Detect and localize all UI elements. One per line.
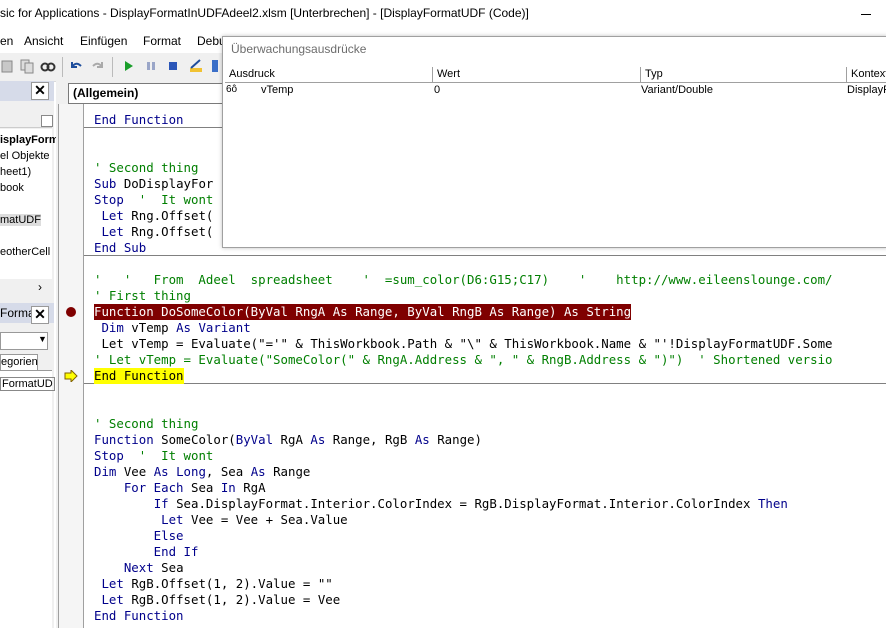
column-header-expression[interactable]: Ausdruck <box>225 67 433 82</box>
code-line-next: Next Sea <box>123 560 184 575</box>
column-header-context[interactable]: Kontext <box>847 67 886 82</box>
code-line-top: Let Rng.Offset( <box>94 224 214 239</box>
tree-item-module-selected[interactable]: matUDF <box>0 214 41 226</box>
menu-item-format[interactable]: Format <box>143 34 181 48</box>
code-line-top: Stop ' It wont <box>94 192 214 207</box>
menu-item-edit[interactable]: en <box>0 34 13 48</box>
code-line-top: End Function <box>94 112 184 127</box>
procedure-separator <box>84 383 886 384</box>
code-line-top: Let Rng.Offset( <box>94 208 214 223</box>
menu-item-insert[interactable]: Einfügen <box>80 34 127 48</box>
code-line-first-thing: ' First thing <box>94 288 191 303</box>
watch-cell-expression[interactable]: vTemp <box>261 84 293 96</box>
code-line-else: Else <box>94 528 184 543</box>
properties-object-dropdown[interactable]: ▼ <box>0 332 48 350</box>
close-icon[interactable]: ✕ <box>31 306 49 324</box>
minimize-button[interactable] <box>851 0 886 30</box>
redo-icon[interactable] <box>90 58 106 74</box>
break-icon[interactable] <box>143 58 159 74</box>
object-combo[interactable]: (Allgemein) <box>68 83 230 104</box>
tab-categories[interactable]: egorien <box>0 354 38 371</box>
horizontal-scrollbar[interactable]: › <box>0 279 52 297</box>
code-line-top: Sub DoDisplayFor <box>94 176 214 191</box>
property-name-value[interactable]: FormatUD <box>0 377 55 391</box>
column-header-value[interactable]: Wert <box>433 67 641 82</box>
watch-cell-type: Variant/Double <box>641 84 713 96</box>
toolbar-separator <box>112 57 113 77</box>
reset-icon[interactable] <box>165 58 181 74</box>
watch-glasses-icon: 6ô <box>226 84 238 95</box>
watch-window-title: Überwachungsausdrücke <box>231 42 367 56</box>
tree-item-module2[interactable]: eotherCell <box>0 246 50 258</box>
code-line-end-if: End If <box>94 544 199 559</box>
menu-item-view[interactable]: Ansicht <box>24 34 63 48</box>
title-bar: sic for Applications - DisplayFormatInUD… <box>0 0 886 30</box>
design-mode-icon[interactable] <box>188 58 204 74</box>
code-line-end-function: End Function <box>94 608 184 623</box>
code-line-for-each: For Each Sea In RgA <box>123 480 266 495</box>
run-icon[interactable] <box>120 58 136 74</box>
watch-cell-context: DisplayF <box>847 84 886 96</box>
minimize-icon <box>861 14 871 15</box>
code-line-top: End Sub <box>94 240 147 255</box>
left-pane: ✕ isplayForm el Objekte heet1) book matU… <box>0 81 59 629</box>
chevron-down-icon[interactable]: ▼ <box>38 334 47 344</box>
code-line-stop: Stop ' It wont <box>94 448 214 463</box>
code-line-comment: ' ' From Adeel spreadsheet ' =sum_color(… <box>94 272 833 287</box>
code-line-let-offset2: Let RgB.Offset(1, 2).Value = Vee <box>101 592 341 607</box>
code-line-top: ' Second thing <box>94 160 199 175</box>
breakpoint-icon[interactable] <box>65 306 77 318</box>
code-line-breakpoint[interactable]: Function DoSomeColor(ByVal RngA As Range… <box>94 304 632 320</box>
folder-toggle-icon[interactable] <box>41 115 53 127</box>
code-line-let-offset1: Let RgB.Offset(1, 2).Value = "" <box>101 576 333 591</box>
code-line-if: If Sea.DisplayFormat.Interior.ColorIndex… <box>153 496 788 511</box>
code-line-let-comment: ' Let vTemp = Evaluate("SomeColor(" & Rn… <box>94 352 833 367</box>
copy-icon[interactable] <box>19 58 35 74</box>
tree-item-workbook[interactable]: book <box>0 182 24 194</box>
code-line-let-vee: Let Vee = Vee + Sea.Value <box>161 512 348 527</box>
procedure-separator <box>84 255 886 256</box>
close-icon[interactable]: ✕ <box>31 82 49 100</box>
code-line-dim2: Dim Vee As Long, Sea As Range <box>94 464 311 479</box>
window-title: sic for Applications - DisplayFormatInUD… <box>0 6 529 20</box>
margin-indicator-bar[interactable] <box>58 104 84 628</box>
tree-item-objects[interactable]: el Objekte <box>0 150 50 162</box>
tree-item-sheet1[interactable]: heet1) <box>0 166 31 178</box>
watch-header-row: Ausdruck Wert Typ Kontext <box>225 67 886 83</box>
column-header-type[interactable]: Typ <box>641 67 847 82</box>
watch-window: Überwachungsausdrücke Ausdruck Wert Typ … <box>222 36 886 248</box>
code-line-let-evaluate: Let vTemp = Evaluate("='" & ThisWorkbook… <box>94 336 833 351</box>
paste-icon[interactable] <box>0 58 16 74</box>
find-icon[interactable] <box>40 58 56 74</box>
project-tree: isplayForm el Objekte heet1) book matUDF… <box>0 129 59 279</box>
code-line-function2: Function SomeColor(ByVal RgA As Range, R… <box>94 432 482 447</box>
execution-arrow-icon <box>64 370 78 382</box>
toolbar-separator <box>62 57 63 77</box>
tree-item-project[interactable]: isplayForm <box>0 134 59 146</box>
code-line-current[interactable]: End Function <box>94 368 184 384</box>
code-line-second-thing: ' Second thing <box>94 416 199 431</box>
code-line-dim: Dim vTemp As Variant <box>94 320 251 335</box>
scroll-right-icon[interactable]: › <box>38 280 42 294</box>
properties-title: Forma <box>0 306 35 320</box>
undo-icon[interactable] <box>68 58 84 74</box>
properties-grid: FormatUD <box>0 370 55 629</box>
watch-cell-value[interactable]: 0 <box>434 84 440 96</box>
